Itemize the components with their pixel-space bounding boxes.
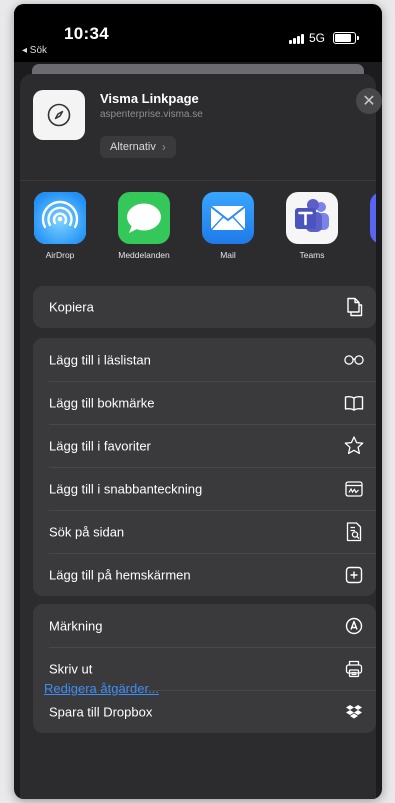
options-label: Alternativ [110, 141, 156, 153]
action-markup[interactable]: Märkning [33, 604, 376, 647]
action-group-page: Lägg till i läslistan Lägg till bokmärke [33, 338, 376, 596]
signal-icon [289, 33, 304, 44]
app-label-discord: Di [361, 250, 376, 260]
action-add-favorites[interactable]: Lägg till i favoriter [33, 424, 376, 467]
app-label-airdrop: AirDrop [45, 250, 75, 260]
discord-icon [370, 192, 376, 244]
edit-actions-link[interactable]: Redigera åtgärder... [44, 681, 159, 696]
action-label: Märkning [49, 618, 103, 633]
header-divider [20, 180, 376, 181]
share-app-messages[interactable]: Meddelanden [109, 192, 179, 260]
action-add-bookmark[interactable]: Lägg till bokmärke [33, 381, 376, 424]
status-time: 10:34 [64, 24, 109, 43]
chevron-right-icon: › [161, 140, 166, 154]
markup-icon [344, 616, 364, 636]
book-icon [344, 393, 364, 413]
find-on-page-icon [344, 521, 364, 542]
app-label-mail: Mail [220, 250, 236, 260]
app-label-teams: Teams [299, 250, 325, 260]
action-group-other: Märkning Skriv ut Spara till Dropbox [33, 604, 376, 733]
action-find-on-page[interactable]: Sök på sidan [33, 510, 376, 553]
messages-icon [118, 192, 170, 244]
quick-note-icon [344, 479, 364, 499]
action-label: Lägg till i läslistan [49, 352, 151, 367]
action-add-quick-note[interactable]: Lägg till i snabbanteckning [33, 467, 376, 510]
share-app-airdrop[interactable]: AirDrop [25, 192, 95, 260]
action-copy[interactable]: Kopiera [33, 286, 376, 328]
site-thumbnail [33, 90, 85, 140]
share-url: aspenterprise.visma.se [100, 109, 203, 120]
share-app-mail[interactable]: Mail [193, 192, 263, 260]
action-label: Sök på sidan [49, 524, 125, 539]
action-label: Lägg till i snabbanteckning [49, 481, 203, 496]
add-square-icon [344, 565, 364, 585]
copy-icon [344, 297, 364, 317]
action-label: Spara till Dropbox [49, 704, 153, 719]
status-bar: 10:34 ◂ Sök 5G [14, 4, 382, 62]
share-title: Visma Linkpage [100, 91, 199, 106]
phone-screen: 10:34 ◂ Sök 5G Visma Linkpage aspenterpr… [14, 4, 382, 799]
compass-icon [47, 103, 71, 127]
action-label: Lägg till på hemskärmen [49, 567, 191, 582]
network-indicators: 5G [289, 31, 360, 45]
share-app-teams[interactable]: Teams [277, 192, 347, 260]
network-type: 5G [309, 31, 326, 45]
teams-icon [286, 192, 338, 244]
glasses-icon [344, 350, 364, 370]
star-icon [344, 436, 364, 456]
action-copy-label: Kopiera [49, 299, 94, 315]
action-save-dropbox[interactable]: Spara till Dropbox [33, 690, 376, 733]
share-app-discord[interactable]: Di [361, 192, 376, 260]
back-to-search-link[interactable]: ◂ Sök [22, 45, 47, 56]
action-group-copy: Kopiera [33, 286, 376, 328]
action-label: Lägg till i favoriter [49, 438, 151, 453]
app-label-messages: Meddelanden [118, 250, 170, 260]
options-button[interactable]: Alternativ › [100, 136, 176, 158]
airdrop-icon [34, 192, 86, 244]
close-button[interactable]: ✕ [356, 88, 382, 114]
printer-icon [344, 659, 364, 679]
action-label: Skriv ut [49, 661, 93, 676]
battery-icon [333, 32, 360, 44]
dropbox-icon [344, 702, 364, 722]
action-add-to-home-screen[interactable]: Lägg till på hemskärmen [33, 553, 376, 596]
close-icon: ✕ [362, 93, 376, 110]
action-add-reading-list[interactable]: Lägg till i läslistan [33, 338, 376, 381]
app-share-row: AirDrop Meddelanden Mail Teams [20, 192, 376, 272]
mail-icon [202, 192, 254, 244]
action-label: Lägg till bokmärke [49, 395, 155, 410]
